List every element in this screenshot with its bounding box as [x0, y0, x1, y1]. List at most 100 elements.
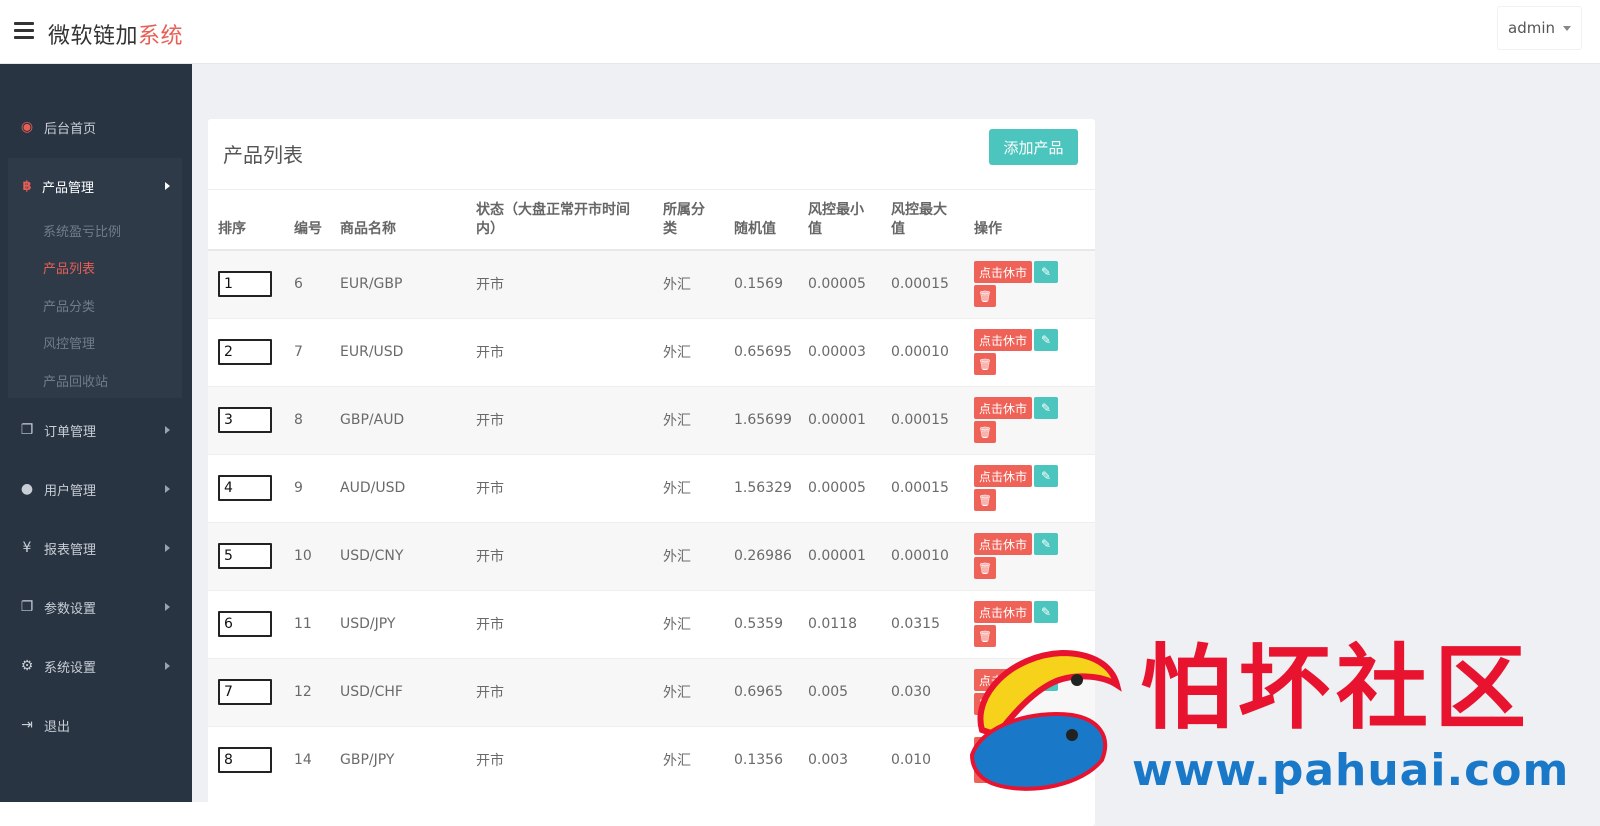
delete-icon[interactable]: 🗑	[974, 693, 996, 715]
edit-icon[interactable]: ✎	[1034, 261, 1059, 284]
sidebar-item-users[interactable]: ● 用户管理	[0, 469, 192, 509]
sidebar-item-system[interactable]: ⚙ 系统设置	[0, 646, 192, 686]
close-market-button[interactable]: 点击休市	[974, 601, 1033, 623]
delete-icon[interactable]: 🗑	[974, 285, 996, 308]
row-actions: 点击休市 ✎ 🗑	[974, 397, 1074, 443]
delete-icon[interactable]: 🗑	[974, 421, 996, 443]
sidebar-item-label: 报表管理	[44, 542, 97, 558]
order-input[interactable]	[218, 747, 272, 774]
edit-icon[interactable]: ✎	[1034, 397, 1059, 419]
risk-max-cell: 0.00010	[881, 521, 964, 590]
close-market-button[interactable]: 点击休市	[974, 465, 1033, 487]
close-market-button[interactable]: 点击休市	[974, 737, 1033, 760]
name-cell: GBP/JPY	[330, 725, 466, 794]
close-market-button[interactable]: 点击休市	[974, 533, 1033, 555]
add-product-button[interactable]: 添加产品	[989, 129, 1078, 165]
order-cell	[208, 317, 284, 386]
app-brand: 微软链加系统	[48, 18, 183, 50]
order-cell	[208, 453, 284, 522]
risk-max-cell: 0.00015	[881, 249, 964, 318]
yen-icon: ¥	[22, 540, 32, 556]
col-header-id: 编号	[284, 190, 330, 251]
risk-max-cell: 0.010	[881, 725, 964, 794]
risk-min-cell: 0.00003	[798, 317, 881, 386]
order-input[interactable]	[218, 407, 272, 433]
order-cell	[208, 657, 284, 726]
edit-icon[interactable]: ✎	[1034, 669, 1059, 691]
random-cell: 0.26986	[724, 521, 798, 590]
order-input[interactable]	[218, 339, 272, 365]
chevron-right-icon	[165, 485, 170, 493]
order-input[interactable]	[218, 543, 272, 569]
random-cell: 1.65699	[724, 385, 798, 454]
gears-icon: ⚙	[20, 658, 34, 674]
id-cell: 9	[284, 453, 330, 522]
chevron-right-icon	[165, 662, 170, 670]
sidebar-item-logout[interactable]: ⇥ 退出	[0, 705, 192, 745]
sidebar-item-reports[interactable]: ¥ 报表管理	[0, 528, 192, 568]
table-row: 9AUD/USD开市外汇1.563290.000050.00015 点击休市✎ 🗑	[208, 453, 1095, 522]
edit-icon[interactable]: ✎	[1034, 329, 1059, 351]
chevron-right-icon	[165, 426, 170, 434]
sidebar-subitem-risk-control[interactable]: 风控管理	[43, 333, 95, 352]
chevron-right-icon	[165, 182, 170, 190]
order-input[interactable]	[218, 611, 272, 637]
order-input[interactable]	[218, 271, 272, 298]
sidebar-item-params[interactable]: ❐ 参数设置	[0, 587, 192, 627]
table-row: 14GBP/JPY开市外汇0.13560.0030.010 点击休市✎ 🗑	[208, 725, 1095, 794]
risk-min-cell: 0.0118	[798, 589, 881, 658]
close-market-button[interactable]: 点击休市	[974, 261, 1033, 284]
row-actions: 点击休市 ✎ 🗑	[974, 601, 1074, 647]
close-market-button[interactable]: 点击休市	[974, 669, 1033, 691]
edit-icon[interactable]: ✎	[1034, 533, 1059, 555]
close-market-button[interactable]: 点击休市	[974, 397, 1033, 419]
random-cell: 0.65695	[724, 317, 798, 386]
col-header-category: 所属分类	[653, 190, 724, 251]
sidebar-subitem-recycle-bin[interactable]: 产品回收站	[43, 371, 108, 390]
risk-min-cell: 0.005	[798, 657, 881, 726]
risk-max-cell: 0.00015	[881, 453, 964, 522]
sidebar-item-products[interactable]: ฿ 产品管理	[8, 158, 182, 214]
table-row: 8GBP/AUD开市外汇1.656990.000010.00015 点击休市✎ 🗑	[208, 385, 1095, 454]
category-cell: 外汇	[653, 317, 724, 386]
actions-cell: 点击休市 ✎ 🗑	[964, 317, 1095, 386]
status-cell: 开市	[466, 453, 653, 522]
actions-cell: 点击休市 ✎ 🗑	[964, 385, 1095, 454]
order-input[interactable]	[218, 679, 272, 705]
order-input[interactable]	[218, 475, 272, 501]
sidebar-subitem-product-list[interactable]: 产品列表	[43, 258, 95, 277]
order-cell	[208, 385, 284, 454]
random-cell: 0.1569	[724, 249, 798, 318]
sidebar-item-label: 参数设置	[44, 601, 97, 617]
risk-max-cell: 0.00015	[881, 385, 964, 454]
sidebar-group-products: ฿ 产品管理 系统盈亏比例 产品列表 产品分类 风控管理 产品回收站	[8, 158, 182, 398]
table-row: 12USD/CHF开市外汇0.69650.0050.030 点击休市✎ 🗑	[208, 657, 1095, 726]
actions-cell: 点击休市 ✎ 🗑	[964, 657, 1095, 726]
actions-cell: 点击休市 ✎ 🗑	[964, 521, 1095, 590]
actions-cell: 点击休市 ✎ 🗑	[964, 725, 1095, 794]
name-cell: USD/CHF	[330, 657, 466, 726]
category-cell: 外汇	[653, 521, 724, 590]
edit-icon[interactable]: ✎	[1034, 601, 1059, 623]
delete-icon[interactable]: 🗑	[974, 761, 996, 784]
edit-icon[interactable]: ✎	[1034, 737, 1059, 760]
edit-icon[interactable]: ✎	[1034, 465, 1059, 487]
name-cell: USD/CNY	[330, 521, 466, 590]
sidebar-item-orders[interactable]: ❐ 订单管理	[0, 410, 192, 450]
user-menu[interactable]: admin	[1497, 6, 1582, 50]
close-market-button[interactable]: 点击休市	[974, 329, 1033, 351]
row-actions: 点击休市 ✎ 🗑	[974, 329, 1074, 375]
row-actions: 点击休市 ✎ 🗑	[974, 261, 1074, 308]
delete-icon[interactable]: 🗑	[974, 353, 996, 375]
delete-icon[interactable]: 🗑	[974, 557, 996, 579]
status-cell: 开市	[466, 385, 653, 454]
delete-icon[interactable]: 🗑	[974, 625, 996, 647]
sidebar-subitem-product-category[interactable]: 产品分类	[43, 296, 95, 315]
random-cell: 0.1356	[724, 725, 798, 794]
copy-icon: ❐	[20, 599, 34, 615]
sidebar-item-home[interactable]: ◉ 后台首页	[0, 107, 192, 147]
sidebar-subitem-profit-ratio[interactable]: 系统盈亏比例	[43, 221, 121, 240]
top-bar: 微软链加系统 admin	[0, 0, 1600, 64]
delete-icon[interactable]: 🗑	[974, 489, 996, 511]
menu-toggle-icon[interactable]	[14, 22, 34, 39]
